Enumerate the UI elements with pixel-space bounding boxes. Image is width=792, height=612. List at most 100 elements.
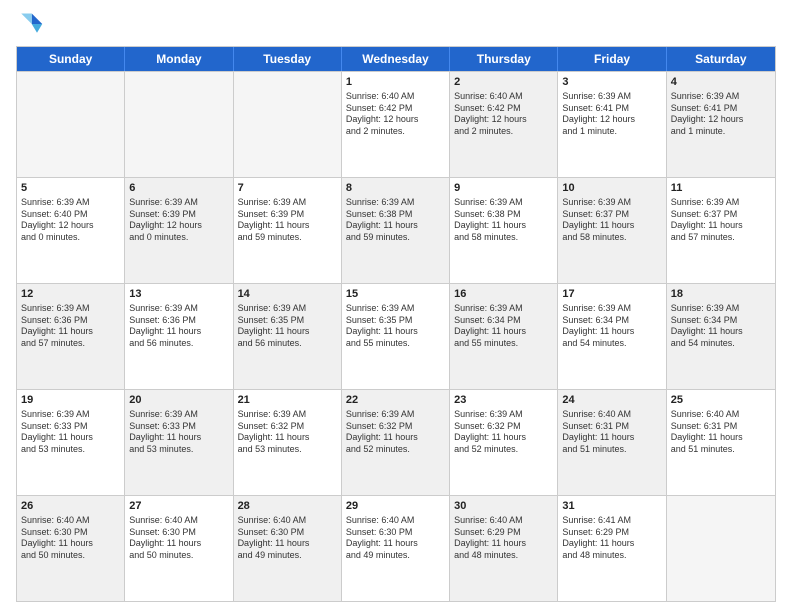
cal-cell: 6Sunrise: 6:39 AM Sunset: 6:39 PM Daylig…: [125, 178, 233, 283]
cal-cell: 9Sunrise: 6:39 AM Sunset: 6:38 PM Daylig…: [450, 178, 558, 283]
cell-info: Sunrise: 6:40 AM Sunset: 6:29 PM Dayligh…: [454, 515, 553, 562]
calendar-body: 1Sunrise: 6:40 AM Sunset: 6:42 PM Daylig…: [17, 71, 775, 601]
day-number: 19: [21, 393, 120, 408]
day-number: 20: [129, 393, 228, 408]
page: SundayMondayTuesdayWednesdayThursdayFrid…: [0, 0, 792, 612]
calendar-header-row: SundayMondayTuesdayWednesdayThursdayFrid…: [17, 47, 775, 71]
day-number: 14: [238, 287, 337, 302]
cal-cell: [125, 72, 233, 177]
cal-cell: 4Sunrise: 6:39 AM Sunset: 6:41 PM Daylig…: [667, 72, 775, 177]
cal-cell: 24Sunrise: 6:40 AM Sunset: 6:31 PM Dayli…: [558, 390, 666, 495]
cell-info: Sunrise: 6:39 AM Sunset: 6:38 PM Dayligh…: [346, 197, 445, 244]
cal-cell: 20Sunrise: 6:39 AM Sunset: 6:33 PM Dayli…: [125, 390, 233, 495]
cal-cell: 5Sunrise: 6:39 AM Sunset: 6:40 PM Daylig…: [17, 178, 125, 283]
cal-cell: 15Sunrise: 6:39 AM Sunset: 6:35 PM Dayli…: [342, 284, 450, 389]
calendar: SundayMondayTuesdayWednesdayThursdayFrid…: [16, 46, 776, 602]
cell-info: Sunrise: 6:39 AM Sunset: 6:33 PM Dayligh…: [129, 409, 228, 456]
cell-info: Sunrise: 6:39 AM Sunset: 6:39 PM Dayligh…: [238, 197, 337, 244]
cell-info: Sunrise: 6:39 AM Sunset: 6:32 PM Dayligh…: [454, 409, 553, 456]
day-number: 24: [562, 393, 661, 408]
cell-info: Sunrise: 6:39 AM Sunset: 6:34 PM Dayligh…: [671, 303, 771, 350]
cal-cell: 14Sunrise: 6:39 AM Sunset: 6:35 PM Dayli…: [234, 284, 342, 389]
day-number: 17: [562, 287, 661, 302]
cal-cell: 12Sunrise: 6:39 AM Sunset: 6:36 PM Dayli…: [17, 284, 125, 389]
day-number: 31: [562, 499, 661, 514]
day-number: 21: [238, 393, 337, 408]
cell-info: Sunrise: 6:40 AM Sunset: 6:31 PM Dayligh…: [562, 409, 661, 456]
logo: [16, 10, 48, 38]
day-number: 29: [346, 499, 445, 514]
day-number: 27: [129, 499, 228, 514]
cal-cell: 28Sunrise: 6:40 AM Sunset: 6:30 PM Dayli…: [234, 496, 342, 601]
cell-info: Sunrise: 6:40 AM Sunset: 6:30 PM Dayligh…: [346, 515, 445, 562]
cal-cell: 16Sunrise: 6:39 AM Sunset: 6:34 PM Dayli…: [450, 284, 558, 389]
cell-info: Sunrise: 6:40 AM Sunset: 6:30 PM Dayligh…: [238, 515, 337, 562]
day-number: 28: [238, 499, 337, 514]
cal-cell: 13Sunrise: 6:39 AM Sunset: 6:36 PM Dayli…: [125, 284, 233, 389]
cell-info: Sunrise: 6:39 AM Sunset: 6:35 PM Dayligh…: [346, 303, 445, 350]
day-number: 1: [346, 75, 445, 90]
cell-info: Sunrise: 6:39 AM Sunset: 6:38 PM Dayligh…: [454, 197, 553, 244]
cell-info: Sunrise: 6:39 AM Sunset: 6:32 PM Dayligh…: [346, 409, 445, 456]
cal-cell: [17, 72, 125, 177]
day-number: 26: [21, 499, 120, 514]
day-number: 9: [454, 181, 553, 196]
day-number: 18: [671, 287, 771, 302]
day-number: 16: [454, 287, 553, 302]
cal-cell: [667, 496, 775, 601]
cell-info: Sunrise: 6:39 AM Sunset: 6:41 PM Dayligh…: [562, 91, 661, 138]
logo-icon: [16, 10, 44, 38]
day-number: 2: [454, 75, 553, 90]
day-number: 22: [346, 393, 445, 408]
cal-cell: 21Sunrise: 6:39 AM Sunset: 6:32 PM Dayli…: [234, 390, 342, 495]
cell-info: Sunrise: 6:39 AM Sunset: 6:36 PM Dayligh…: [21, 303, 120, 350]
day-number: 8: [346, 181, 445, 196]
cell-info: Sunrise: 6:40 AM Sunset: 6:30 PM Dayligh…: [129, 515, 228, 562]
week-row-5: 26Sunrise: 6:40 AM Sunset: 6:30 PM Dayli…: [17, 495, 775, 601]
cal-cell: 8Sunrise: 6:39 AM Sunset: 6:38 PM Daylig…: [342, 178, 450, 283]
header-day-wednesday: Wednesday: [342, 47, 450, 71]
day-number: 3: [562, 75, 661, 90]
day-number: 4: [671, 75, 771, 90]
cell-info: Sunrise: 6:39 AM Sunset: 6:34 PM Dayligh…: [562, 303, 661, 350]
cal-cell: 27Sunrise: 6:40 AM Sunset: 6:30 PM Dayli…: [125, 496, 233, 601]
cell-info: Sunrise: 6:40 AM Sunset: 6:42 PM Dayligh…: [346, 91, 445, 138]
cell-info: Sunrise: 6:39 AM Sunset: 6:36 PM Dayligh…: [129, 303, 228, 350]
header-day-thursday: Thursday: [450, 47, 558, 71]
day-number: 25: [671, 393, 771, 408]
cal-cell: 7Sunrise: 6:39 AM Sunset: 6:39 PM Daylig…: [234, 178, 342, 283]
cell-info: Sunrise: 6:39 AM Sunset: 6:41 PM Dayligh…: [671, 91, 771, 138]
header-day-saturday: Saturday: [667, 47, 775, 71]
week-row-4: 19Sunrise: 6:39 AM Sunset: 6:33 PM Dayli…: [17, 389, 775, 495]
day-number: 5: [21, 181, 120, 196]
cal-cell: 22Sunrise: 6:39 AM Sunset: 6:32 PM Dayli…: [342, 390, 450, 495]
cal-cell: [234, 72, 342, 177]
week-row-2: 5Sunrise: 6:39 AM Sunset: 6:40 PM Daylig…: [17, 177, 775, 283]
cell-info: Sunrise: 6:39 AM Sunset: 6:37 PM Dayligh…: [671, 197, 771, 244]
cell-info: Sunrise: 6:41 AM Sunset: 6:29 PM Dayligh…: [562, 515, 661, 562]
cell-info: Sunrise: 6:40 AM Sunset: 6:30 PM Dayligh…: [21, 515, 120, 562]
week-row-3: 12Sunrise: 6:39 AM Sunset: 6:36 PM Dayli…: [17, 283, 775, 389]
cal-cell: 29Sunrise: 6:40 AM Sunset: 6:30 PM Dayli…: [342, 496, 450, 601]
cell-info: Sunrise: 6:40 AM Sunset: 6:31 PM Dayligh…: [671, 409, 771, 456]
day-number: 13: [129, 287, 228, 302]
day-number: 30: [454, 499, 553, 514]
cal-cell: 11Sunrise: 6:39 AM Sunset: 6:37 PM Dayli…: [667, 178, 775, 283]
cal-cell: 3Sunrise: 6:39 AM Sunset: 6:41 PM Daylig…: [558, 72, 666, 177]
day-number: 7: [238, 181, 337, 196]
day-number: 6: [129, 181, 228, 196]
header-day-monday: Monday: [125, 47, 233, 71]
day-number: 10: [562, 181, 661, 196]
cell-info: Sunrise: 6:39 AM Sunset: 6:33 PM Dayligh…: [21, 409, 120, 456]
day-number: 23: [454, 393, 553, 408]
cal-cell: 18Sunrise: 6:39 AM Sunset: 6:34 PM Dayli…: [667, 284, 775, 389]
cell-info: Sunrise: 6:39 AM Sunset: 6:34 PM Dayligh…: [454, 303, 553, 350]
cell-info: Sunrise: 6:39 AM Sunset: 6:35 PM Dayligh…: [238, 303, 337, 350]
cal-cell: 2Sunrise: 6:40 AM Sunset: 6:42 PM Daylig…: [450, 72, 558, 177]
cal-cell: 26Sunrise: 6:40 AM Sunset: 6:30 PM Dayli…: [17, 496, 125, 601]
cell-info: Sunrise: 6:39 AM Sunset: 6:37 PM Dayligh…: [562, 197, 661, 244]
header-day-sunday: Sunday: [17, 47, 125, 71]
day-number: 11: [671, 181, 771, 196]
header: [16, 10, 776, 38]
cell-info: Sunrise: 6:40 AM Sunset: 6:42 PM Dayligh…: [454, 91, 553, 138]
